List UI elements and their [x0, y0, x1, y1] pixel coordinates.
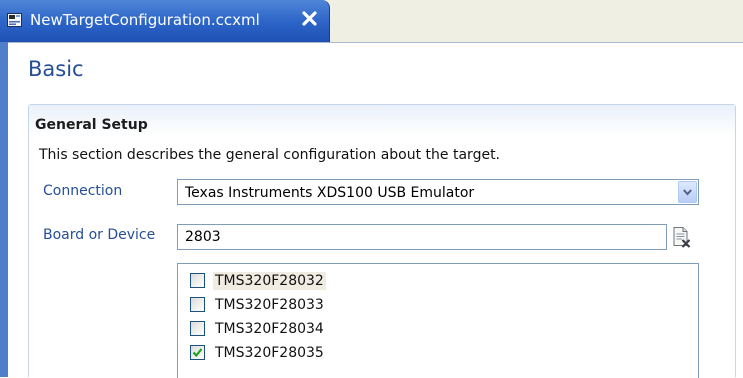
close-icon[interactable] — [301, 10, 318, 27]
section-description: This section describes the general confi… — [39, 147, 501, 163]
device-checkbox[interactable] — [190, 321, 205, 336]
board-or-device-label: Board or Device — [43, 227, 156, 243]
target-config-file-icon — [7, 12, 22, 27]
tab-new-target-configuration[interactable]: NewTargetConfiguration.ccxml — [0, 0, 330, 42]
section-title: General Setup — [35, 117, 148, 133]
device-list[interactable]: TMS320F28032 TMS320F28033 TMS320F28034 T… — [177, 263, 699, 378]
board-or-device-input[interactable] — [177, 224, 667, 250]
connection-selected-value: Texas Instruments XDS100 USB Emulator — [185, 185, 475, 201]
connection-label: Connection — [43, 183, 123, 199]
device-label: TMS320F28035 — [215, 345, 324, 361]
device-list-item[interactable]: TMS320F28035 — [190, 343, 490, 363]
device-label: TMS320F28032 — [213, 272, 326, 290]
general-setup-section: General Setup This section describes the… — [28, 104, 736, 378]
device-label: TMS320F28034 — [215, 321, 324, 337]
dropdown-arrow-button[interactable] — [678, 181, 697, 203]
page-title: Basic — [28, 57, 84, 81]
clear-filter-icon[interactable] — [670, 226, 692, 248]
editor-frame-border — [0, 42, 8, 377]
device-checkbox[interactable] — [190, 297, 205, 312]
device-label: TMS320F28033 — [215, 297, 324, 313]
checkmark-icon — [192, 348, 203, 358]
connection-dropdown[interactable]: Texas Instruments XDS100 USB Emulator — [177, 179, 699, 205]
device-list-item[interactable]: TMS320F28034 — [190, 319, 490, 339]
device-checkbox[interactable] — [190, 273, 205, 288]
device-checkbox[interactable] — [190, 345, 205, 360]
device-list-item[interactable]: TMS320F28032 — [190, 271, 490, 291]
editor-tab-strip: NewTargetConfiguration.ccxml — [0, 0, 743, 43]
chevron-down-icon — [683, 189, 692, 196]
device-list-item[interactable]: TMS320F28033 — [190, 295, 490, 315]
tab-title: NewTargetConfiguration.ccxml — [30, 11, 260, 29]
section-header[interactable]: General Setup — [29, 105, 735, 135]
